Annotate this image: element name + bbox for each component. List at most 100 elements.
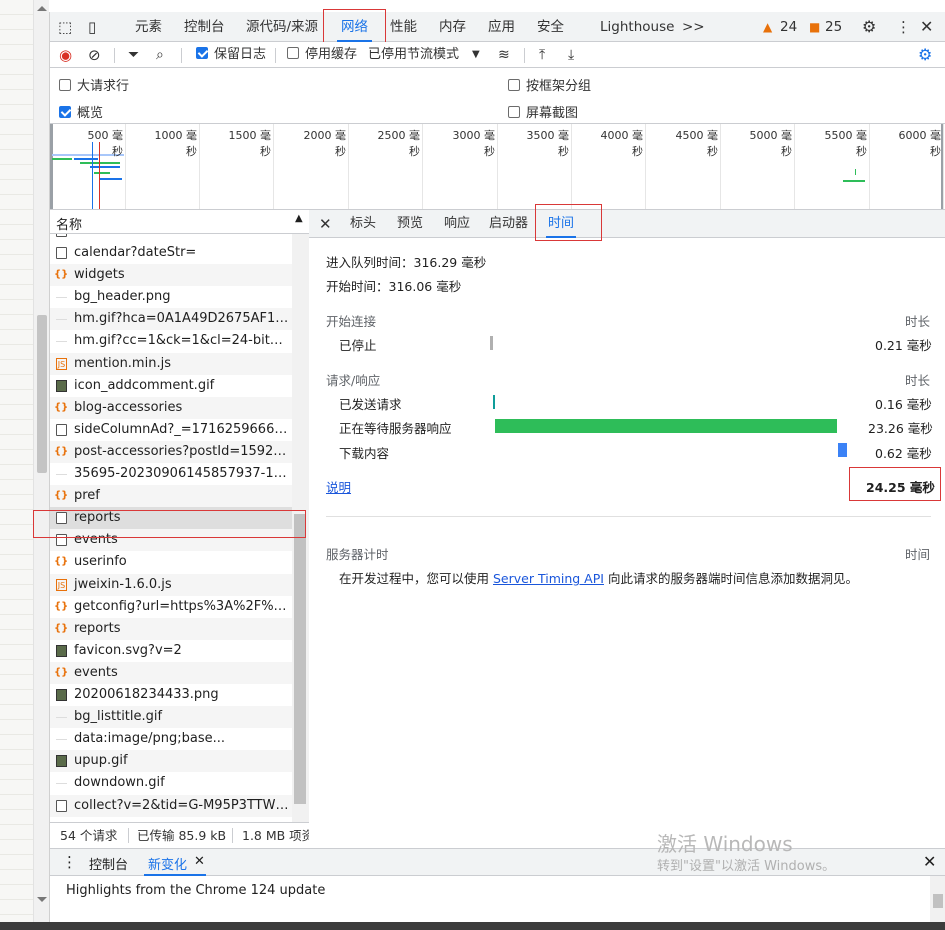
document-icon [56, 234, 67, 237]
explanation-link[interactable]: 说明 [326, 477, 351, 496]
clear-icon[interactable]: ⊘ [88, 42, 101, 68]
status-divider [232, 828, 233, 843]
tab-application[interactable]: 应用 [488, 12, 515, 42]
list-item[interactable]: {} blog-accessories [50, 396, 292, 419]
checkbox-icon[interactable] [59, 79, 71, 91]
list-item[interactable]: {} reports [50, 617, 292, 640]
xhr-braces-icon: {} [54, 445, 69, 457]
list-item[interactable]: {} userinfo [50, 551, 292, 573]
list-item[interactable]: {} pref [50, 485, 292, 508]
image-icon [56, 644, 67, 657]
warning-icon[interactable]: ▲ [763, 12, 772, 42]
issues-icon[interactable]: ■ [809, 12, 820, 42]
list-item[interactable]: {} getconfig?url=https%3A%2F%2F... [50, 596, 292, 618]
page-scrollbar[interactable] [33, 0, 49, 930]
list-item[interactable]: JS mention.min.js [50, 352, 292, 375]
more-options-icon[interactable]: ⋮ [896, 12, 911, 42]
drawer-scroll-thumb[interactable] [933, 894, 943, 908]
tab-preview[interactable]: 预览 [397, 210, 423, 238]
list-item[interactable]: downdown.gif [50, 772, 292, 794]
list-item[interactable]: 35695-20230906145857937-1471... [50, 463, 292, 485]
inspect-element-icon[interactable]: ⬚ [58, 12, 72, 42]
close-detail-icon[interactable]: ✕ [319, 210, 332, 238]
tab-performance[interactable]: 性能 [390, 12, 417, 42]
blank-file-icon [56, 313, 67, 325]
drawer-tab-whats-new[interactable]: 新变化 [148, 854, 187, 873]
overview-tick-label: 5500 毫秒 [824, 129, 868, 158]
network-conditions-icon[interactable]: ≋ [498, 42, 510, 68]
list-item[interactable]: calendar?dateStr= [50, 242, 292, 264]
scroll-up-arrow[interactable] [37, 6, 47, 11]
list-item[interactable]: hm.gif?cc=1&ck=1&cl=24-bit&d... [50, 330, 292, 352]
section-divider [326, 516, 931, 517]
more-tabs-button[interactable]: >> [682, 12, 705, 42]
tab-sources[interactable]: 源代码/来源 [246, 12, 318, 42]
issues-count[interactable]: 25 [825, 12, 842, 42]
request-list-scroll-thumb[interactable] [294, 514, 306, 804]
close-drawer-icon[interactable]: ✕ [923, 852, 936, 871]
request-name: data:image/png;base... [74, 731, 226, 747]
list-item[interactable]: 20200618234433.png [50, 684, 292, 706]
group-by-frame-checkbox[interactable]: 按框架分组 [508, 75, 591, 94]
settings-gear-icon[interactable]: ⚙ [862, 12, 876, 42]
overview-left-handle[interactable] [50, 124, 53, 209]
overview-tick-label: 5000 毫秒 [749, 129, 793, 158]
checkbox-icon[interactable] [287, 47, 299, 59]
scroll-down-arrow[interactable] [37, 897, 47, 902]
list-item[interactable]: JS jweixin-1.6.0.js [50, 573, 292, 596]
warnings-count[interactable]: 24 [780, 12, 797, 42]
tab-initiator[interactable]: 启动器 [489, 210, 528, 238]
list-item[interactable]: bg_header.png [50, 286, 292, 308]
list-item[interactable]: {} widgets [50, 264, 292, 287]
filter-icon[interactable]: ⏷ [128, 42, 139, 68]
overview-grid-line [125, 124, 126, 209]
page-scroll-thumb[interactable] [37, 315, 47, 473]
overview-checkbox[interactable]: 概览 [59, 102, 103, 121]
name-column-header[interactable]: 名称 [56, 214, 82, 233]
preserve-log-checkbox[interactable]: 保留日志 [196, 42, 266, 68]
drawer-tab-console[interactable]: 控制台 [89, 854, 128, 873]
tab-console[interactable]: 控制台 [184, 12, 225, 42]
big-rows-checkbox[interactable]: 大请求行 [59, 75, 129, 94]
tab-lighthouse[interactable]: Lighthouse [600, 12, 674, 42]
tab-memory[interactable]: 内存 [439, 12, 466, 42]
dropdown-arrow-icon[interactable]: ▼ [472, 42, 480, 68]
network-overview-timeline[interactable]: 500 毫秒 1000 毫秒 1500 毫秒 2000 毫秒 2500 毫秒 3000 毫… [50, 124, 945, 210]
tab-elements[interactable]: 元素 [135, 12, 162, 42]
close-devtools-icon[interactable]: ✕ [920, 12, 933, 42]
drawer-scrollbar[interactable] [930, 876, 945, 922]
import-har-icon[interactable]: ⤒ [539, 42, 545, 68]
toolbar-divider [275, 48, 276, 63]
close-whats-new-icon[interactable]: ✕ [194, 854, 205, 869]
list-item[interactable]: sideColumnAd?_=1716259666393 [50, 419, 292, 441]
server-timing-api-link[interactable]: Server Timing API [493, 571, 604, 586]
disable-cache-checkbox[interactable]: 停用缓存 [287, 42, 357, 68]
list-item[interactable]: bg_listtitle.gif [50, 706, 292, 729]
checkbox-icon[interactable] [508, 106, 520, 118]
tab-headers[interactable]: 标头 [350, 210, 376, 238]
search-icon[interactable]: ⌕ [156, 42, 164, 68]
throttling-select[interactable]: 已停用节流模式 [368, 42, 459, 68]
list-item[interactable]: icon_addcomment.gif [50, 375, 292, 397]
list-item[interactable]: {} post-accessories?postId=15928784 [50, 440, 292, 463]
list-item[interactable]: favicon.svg?v=2 [50, 640, 292, 662]
device-toolbar-icon[interactable]: ▯ [88, 12, 96, 42]
list-item[interactable]: data:image/png;base... [50, 728, 292, 750]
tab-response[interactable]: 响应 [444, 210, 470, 238]
list-item[interactable]: news [50, 234, 292, 242]
list-item[interactable]: hm.gif?hca=0A1A49D2675AF186... [50, 308, 292, 331]
network-settings-gear-icon[interactable]: ⚙ [918, 42, 932, 68]
tab-security[interactable]: 安全 [537, 12, 564, 42]
screenshots-checkbox[interactable]: 屏幕截图 [508, 102, 578, 121]
list-item[interactable]: {} events [50, 661, 292, 684]
request-name: news [74, 234, 108, 238]
sort-ascending-icon[interactable]: ▲ [295, 213, 303, 224]
drawer-menu-icon[interactable]: ⋮ [62, 853, 77, 871]
checkbox-icon[interactable] [508, 79, 520, 91]
list-item[interactable]: collect?v=2&tid=G-M95P3TTWJZ... [50, 794, 292, 817]
list-item[interactable]: upup.gif [50, 750, 292, 773]
checkbox-checked-icon[interactable] [59, 106, 71, 118]
checkbox-checked-icon[interactable] [196, 47, 208, 59]
record-stop-icon[interactable]: ◉ [59, 42, 72, 68]
export-har-icon[interactable]: ⤓ [568, 42, 574, 68]
